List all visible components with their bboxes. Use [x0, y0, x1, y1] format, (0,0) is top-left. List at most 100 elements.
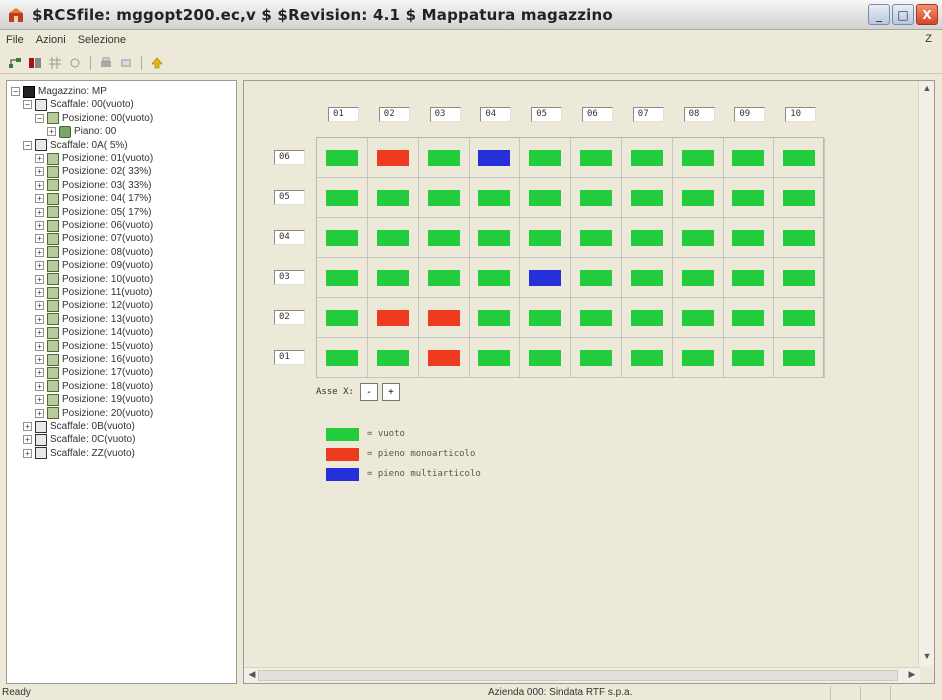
slot-vuoto[interactable] — [326, 270, 358, 286]
grid-cell[interactable] — [367, 218, 419, 258]
grid-cell[interactable] — [571, 178, 622, 218]
tree-node[interactable]: + Posizione: 07(vuoto) — [35, 232, 153, 245]
slot-vuoto[interactable] — [427, 230, 460, 246]
grid-cell[interactable] — [621, 138, 673, 178]
tree-node[interactable]: − Scaffale: 00(vuoto) — [23, 98, 134, 111]
grid-cell[interactable] — [317, 258, 368, 298]
slot-vuoto[interactable] — [783, 270, 816, 286]
grid-cell[interactable] — [571, 218, 622, 258]
slot-vuoto[interactable] — [478, 190, 511, 206]
grid-cell[interactable] — [571, 258, 622, 298]
menu-azioni[interactable]: Azioni — [36, 34, 66, 46]
slot-vuoto[interactable] — [427, 270, 460, 286]
slot-vuoto[interactable] — [630, 350, 663, 366]
grid-cell[interactable] — [520, 218, 572, 258]
grid-cell[interactable] — [367, 178, 419, 218]
slot-vuoto[interactable] — [630, 150, 663, 166]
grid-cell[interactable] — [367, 258, 419, 298]
slot-vuoto[interactable] — [529, 350, 562, 366]
grid-cell[interactable] — [469, 178, 521, 218]
grid-cell[interactable] — [571, 298, 622, 338]
grid-cell[interactable] — [418, 338, 470, 378]
maximize-button[interactable]: □ — [892, 4, 914, 25]
expand-icon[interactable]: + — [23, 435, 32, 445]
grid-cell[interactable] — [672, 298, 724, 338]
tree-node[interactable]: + Posizione: 06(vuoto) — [35, 219, 153, 232]
grid-cell[interactable] — [317, 138, 368, 178]
slot-vuoto[interactable] — [529, 190, 562, 206]
tree-node[interactable]: + Scaffale: 0B(vuoto) — [23, 420, 135, 433]
tree-node[interactable]: + Posizione: 09(vuoto) — [35, 259, 153, 272]
slot-vuoto[interactable] — [326, 150, 358, 166]
grid-cell[interactable] — [520, 258, 572, 298]
tree-node[interactable]: − Posizione: 00(vuoto) — [35, 112, 153, 125]
scroll-left-icon[interactable]: ◀ — [245, 669, 259, 683]
expand-icon[interactable]: + — [35, 167, 44, 177]
grid-cell[interactable] — [621, 178, 673, 218]
grid-cell[interactable] — [418, 218, 470, 258]
slot-vuoto[interactable] — [529, 150, 562, 166]
tree-toggle-icon[interactable] — [8, 56, 22, 70]
grid-cell[interactable] — [317, 338, 368, 378]
expand-icon[interactable]: + — [35, 154, 44, 163]
grid-cell[interactable] — [469, 138, 521, 178]
collapse-icon[interactable]: − — [23, 140, 32, 150]
grid-cell[interactable] — [520, 338, 572, 378]
expand-icon[interactable]: + — [35, 221, 44, 230]
grid-cell[interactable] — [317, 178, 368, 218]
expand-icon[interactable]: + — [35, 328, 44, 338]
grid-cell[interactable] — [723, 338, 775, 378]
slot-vuoto[interactable] — [326, 230, 358, 246]
slot-vuoto[interactable] — [580, 190, 612, 206]
slot-vuoto[interactable] — [580, 230, 612, 246]
grid-cell[interactable] — [723, 258, 775, 298]
slot-vuoto[interactable] — [681, 190, 714, 206]
grid-cell[interactable] — [774, 218, 826, 258]
tree-node[interactable]: + Posizione: 15(vuoto) — [35, 340, 153, 353]
grid-cell[interactable] — [723, 298, 775, 338]
grid-cell[interactable] — [418, 298, 470, 338]
slot-vuoto[interactable] — [478, 230, 511, 246]
slot-vuoto[interactable] — [478, 270, 511, 286]
menu-file[interactable]: File — [6, 34, 24, 46]
export-icon[interactable] — [119, 56, 133, 70]
slot-vuoto[interactable] — [427, 150, 460, 166]
slot-vuoto[interactable] — [681, 270, 714, 286]
grid-cell[interactable] — [469, 218, 521, 258]
grid-cell[interactable] — [317, 218, 368, 258]
scroll-right-icon[interactable]: ▶ — [905, 669, 919, 683]
slot-vuoto[interactable] — [326, 190, 358, 206]
expand-icon[interactable]: + — [35, 288, 44, 297]
grid-cell[interactable] — [469, 338, 521, 378]
expand-icon[interactable]: + — [35, 341, 44, 351]
tree-node[interactable]: + Posizione: 14(vuoto) — [35, 326, 153, 339]
expand-icon[interactable]: + — [35, 408, 44, 418]
slot-vuoto[interactable] — [783, 150, 816, 166]
grid-cell[interactable] — [418, 258, 470, 298]
slot-vuoto[interactable] — [376, 350, 409, 366]
grid-cell[interactable] — [774, 258, 826, 298]
tree-node[interactable]: − Scaffale: 0A( 5%) — [23, 139, 128, 152]
axis-x-plus-button[interactable]: + — [381, 383, 400, 401]
grid-cell[interactable] — [774, 178, 826, 218]
tree-node[interactable]: − Magazzino: MP — [11, 85, 107, 98]
grid-cell[interactable] — [621, 338, 673, 378]
tree-node[interactable]: + Posizione: 11(vuoto) — [35, 286, 152, 299]
grid-cell[interactable] — [418, 178, 470, 218]
grid-cell[interactable] — [367, 338, 419, 378]
grid-cell[interactable] — [571, 338, 622, 378]
tree-node[interactable]: + Posizione: 17(vuoto) — [35, 366, 153, 379]
close-button[interactable]: X — [916, 4, 938, 25]
horizontal-scroll-thumb[interactable] — [258, 670, 898, 681]
slot-vuoto[interactable] — [580, 310, 612, 326]
axis-x-minus-button[interactable]: - — [359, 383, 378, 401]
tree-node[interactable]: + Posizione: 04( 17%) — [35, 192, 152, 205]
grid-icon[interactable] — [48, 56, 62, 70]
vertical-scrollbar[interactable]: ▲ ▼ — [918, 81, 934, 667]
slot-vuoto[interactable] — [427, 190, 460, 206]
expand-icon[interactable]: + — [47, 127, 56, 137]
tree-node[interactable]: + Posizione: 20(vuoto) — [35, 407, 153, 420]
expand-icon[interactable]: + — [35, 381, 44, 391]
expand-icon[interactable]: + — [23, 422, 32, 431]
expand-icon[interactable]: + — [35, 355, 44, 364]
